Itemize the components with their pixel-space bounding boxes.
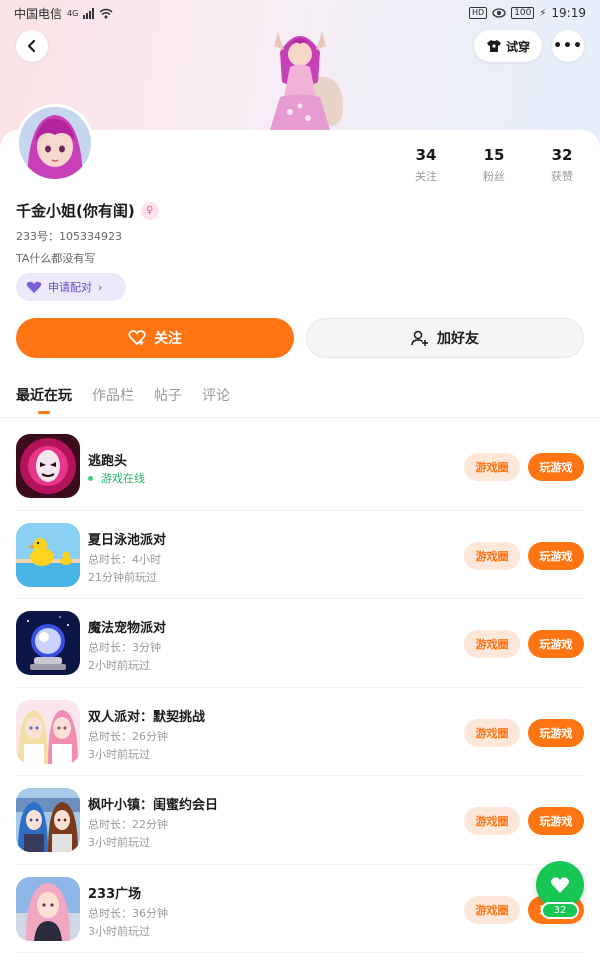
hd-icon: HD — [469, 7, 488, 19]
profile-tabs: 最近在玩 作品栏 帖子 评论 — [16, 385, 230, 405]
name-row: 千金小姐(你有闺) ♀ — [16, 200, 159, 221]
stat-following[interactable]: 34 关注 — [396, 146, 456, 184]
follow-label: 关注 — [154, 331, 182, 347]
add-friend-button[interactable]: 加好友 — [306, 318, 584, 358]
game-name: 夏日泳池派对 — [88, 532, 167, 548]
play-game-button[interactable]: 玩游戏 — [528, 630, 584, 658]
profile-bio: TA什么都没有写 — [16, 252, 96, 265]
twin-girls-icon[interactable] — [16, 699, 80, 764]
request-pair-label: 申请配对 — [48, 281, 92, 294]
try-on-button[interactable]: 试穿 — [474, 30, 542, 62]
play-game-button[interactable]: 玩游戏 — [528, 807, 584, 835]
character-outfit-image[interactable] — [250, 22, 350, 132]
stat-followers-label: 粉丝 — [483, 170, 505, 183]
tab-divider — [0, 417, 600, 418]
tab-works[interactable]: 作品栏 — [92, 385, 134, 405]
more-dots-icon: ••• — [553, 38, 583, 54]
avatar-portrait-icon — [19, 107, 91, 179]
game-last-played: 3小时前玩过 — [88, 836, 150, 849]
play-game-button[interactable]: 玩游戏 — [528, 718, 584, 747]
more-button[interactable]: ••• — [552, 30, 584, 62]
list-item[interactable]: 233广场 总时长：36分钟 3小时前玩过 游戏圈 玩游戏 — [16, 865, 584, 953]
game-duration: 总时长：26分钟 — [88, 729, 168, 743]
game-duration: 总时长：36分钟 — [88, 906, 168, 920]
stat-following-count: 34 — [415, 146, 437, 164]
wifi-icon — [99, 8, 113, 18]
request-pair-button[interactable]: 申请配对 › — [16, 273, 126, 301]
avatar[interactable] — [16, 104, 94, 182]
stat-followers-count: 15 — [483, 146, 505, 164]
game-list: 逃跑头 游戏在线 游戏圈 玩游戏 夏日泳池派对 总时长：4小时 21分钟前玩过 … — [0, 422, 600, 953]
charging-icon: ⚡ — [539, 7, 547, 19]
stat-following-label: 关注 — [415, 170, 437, 183]
list-item[interactable]: 双人派对：默契挑战 总时长：26分钟 3小时前玩过 游戏圈 玩游戏 — [16, 688, 584, 776]
list-item[interactable]: 逃跑头 游戏在线 游戏圈 玩游戏 — [16, 422, 584, 511]
shirt-icon — [486, 40, 501, 52]
carrier-label: 中国电信 — [14, 6, 63, 21]
list-item[interactable]: 枫叶小镇：闺蜜约会日 总时长：22分钟 3小时前玩过 游戏圈 玩游戏 — [16, 776, 584, 865]
heart-icon — [550, 877, 570, 893]
stat-likes[interactable]: 32 获赞 — [532, 146, 592, 184]
try-on-label: 试穿 — [505, 39, 530, 54]
follow-button[interactable]: 关注 — [16, 318, 294, 358]
profile-id: 233号：105334923 — [16, 230, 122, 243]
game-last-played: 2小时前玩过 — [88, 659, 150, 672]
two-friends-icon[interactable] — [16, 788, 80, 852]
clock: 19:19 — [551, 6, 586, 20]
game-name: 233广场 — [88, 886, 142, 902]
tab-posts[interactable]: 帖子 — [154, 385, 182, 405]
list-item[interactable]: 魔法宠物派对 总时长：3分钟 2小时前玩过 游戏圈 玩游戏 — [16, 599, 584, 688]
game-last-played: 3小时前玩过 — [88, 747, 150, 761]
game-circle-button[interactable]: 游戏圈 — [464, 895, 520, 924]
add-user-icon — [411, 330, 428, 346]
game-circle-button[interactable]: 游戏圈 — [464, 541, 520, 570]
profile-name: 千金小姐(你有闺) — [16, 202, 135, 220]
list-item[interactable]: 夏日泳池派对 总时长：4小时 21分钟前玩过 游戏圈 玩游戏 — [16, 511, 584, 599]
pink-hair-girl-icon[interactable] — [16, 876, 80, 941]
game-name: 魔法宠物派对 — [88, 621, 167, 636]
game-circle-button[interactable]: 游戏圈 — [464, 630, 520, 658]
eye-icon — [492, 8, 506, 18]
tab-recently-played[interactable]: 最近在玩 — [16, 385, 72, 405]
online-dot-icon — [88, 475, 93, 481]
tab-comments[interactable]: 评论 — [202, 385, 230, 405]
game-duration: 总时长：22分钟 — [88, 818, 168, 831]
game-duration: 总时长：4小时 — [88, 552, 161, 566]
magic-orb-icon[interactable] — [16, 611, 80, 675]
back-button[interactable] — [16, 30, 48, 62]
game-last-played: 3小时前玩过 — [88, 924, 150, 938]
stat-likes-count: 32 — [551, 146, 573, 164]
battery-icon: 100 — [511, 7, 535, 19]
heart-pair-icon — [26, 281, 42, 293]
online-label: 游戏在线 — [101, 472, 145, 485]
chevron-right-icon: › — [98, 280, 103, 294]
stat-likes-label: 获赞 — [551, 170, 573, 183]
game-circle-button[interactable]: 游戏圈 — [464, 718, 520, 747]
game-online-status: 游戏在线 — [88, 470, 145, 486]
game-duration: 总时长：3分钟 — [88, 641, 161, 654]
pool-duck-icon[interactable] — [16, 522, 80, 587]
gender-badge-icon: ♀ — [140, 201, 159, 220]
mask-head-icon[interactable] — [16, 434, 80, 498]
chevron-left-icon — [27, 39, 36, 53]
game-name: 枫叶小镇：闺蜜约会日 — [88, 798, 219, 813]
add-friend-label: 加好友 — [437, 331, 479, 347]
stat-followers[interactable]: 15 粉丝 — [464, 146, 524, 184]
signal-icon — [83, 7, 95, 19]
game-name: 逃跑头 — [88, 454, 128, 469]
game-last-played: 21分钟前玩过 — [88, 570, 157, 584]
play-game-button[interactable]: 玩游戏 — [528, 453, 584, 481]
heart-plus-icon — [128, 330, 146, 346]
like-count-badge: 32 — [541, 902, 579, 919]
game-circle-button[interactable]: 游戏圈 — [464, 807, 520, 835]
game-name: 双人派对：默契挑战 — [88, 709, 206, 725]
game-circle-button[interactable]: 游戏圈 — [464, 453, 520, 481]
network-label: 4G — [67, 8, 79, 18]
play-game-button[interactable]: 玩游戏 — [528, 541, 584, 570]
